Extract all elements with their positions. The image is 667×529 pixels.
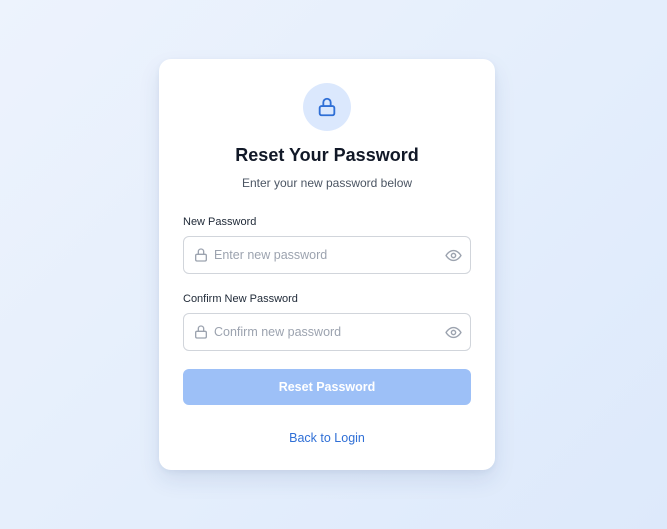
lock-icon [318,97,336,117]
lock-icon [195,248,207,262]
reset-password-card: Reset Your Password Enter your new passw… [159,59,495,470]
eye-icon[interactable] [445,324,462,341]
reset-password-button[interactable]: Reset Password [183,369,471,405]
page-title: Reset Your Password [235,145,419,165]
eye-icon[interactable] [445,247,462,264]
new-password-input[interactable] [214,237,436,273]
confirm-password-field-wrapper [183,313,471,351]
confirm-password-input[interactable] [214,314,436,350]
confirm-password-label: Confirm New Password [183,293,298,305]
new-password-field-wrapper [183,236,471,274]
lock-icon [195,325,207,339]
page-subtitle: Enter your new password below [241,176,413,190]
back-to-login-link[interactable]: Back to Login [159,431,495,445]
lock-badge [303,83,351,131]
new-password-label: New Password [183,216,257,228]
